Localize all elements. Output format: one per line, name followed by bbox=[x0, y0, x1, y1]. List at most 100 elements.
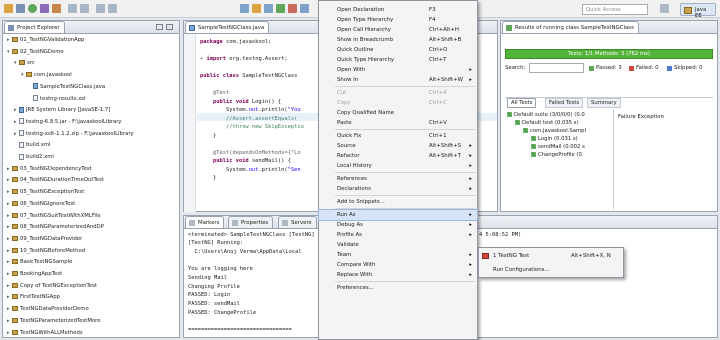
result-tree-item[interactable]: Default suite (3/0/0/0) (0.0 bbox=[507, 111, 585, 119]
result-tree-item[interactable]: Default test (0.035 s) bbox=[515, 119, 579, 127]
tree-item[interactable]: ▸ TestNGWithALLMethods bbox=[7, 329, 83, 337]
debug-icon[interactable] bbox=[40, 4, 49, 13]
menu-item-label: Show In bbox=[337, 77, 359, 83]
tab-markers[interactable]: Markers bbox=[185, 216, 225, 228]
code-token: @Test(dependsOnMethods={"Lo bbox=[200, 149, 301, 156]
open-type-icon[interactable] bbox=[80, 4, 89, 13]
menu-item[interactable]: Show In Alt+Shift+W ▸ bbox=[319, 75, 477, 85]
tree-item[interactable]: ▸ BookingAppTest bbox=[7, 270, 62, 278]
menu-item[interactable]: Run As ▸ bbox=[318, 209, 478, 221]
tree-item[interactable]: ▸ 03_TestNGDependencyTest bbox=[7, 165, 92, 173]
tree-item[interactable]: ▸ 04_TestNGDurationTimeOutTest bbox=[7, 176, 104, 184]
save-icon[interactable] bbox=[16, 4, 25, 13]
menu-item[interactable]: Open Call Hierarchy Ctrl+Alt+H bbox=[319, 25, 477, 35]
results-search-input[interactable] bbox=[529, 63, 584, 73]
result-tree-item[interactable]: com.javaskool.Sampl bbox=[523, 127, 586, 135]
minimize-icon[interactable] bbox=[156, 24, 163, 30]
maximize-icon[interactable] bbox=[166, 24, 173, 30]
tree-item[interactable]: SampleTestNGClass.java bbox=[28, 83, 105, 91]
tab-project-explorer[interactable]: Project Explorer bbox=[4, 21, 65, 33]
tab-servers[interactable]: Servers bbox=[278, 216, 317, 228]
tree-item[interactable]: ▸ testng-6.8.5.jar - F:\javaskoolLibrary bbox=[14, 118, 122, 126]
tree-item[interactable]: ▸ 05_TestNGExceptionTest bbox=[7, 188, 84, 196]
menu-item[interactable]: Validate bbox=[319, 240, 477, 250]
menu-item[interactable]: Copy Qualified Name bbox=[319, 108, 477, 118]
menu-item[interactable]: Open Declaration F3 bbox=[319, 5, 477, 15]
menu-item[interactable]: Cut Ctrl+X bbox=[319, 88, 477, 98]
tree-item[interactable]: ▸ testng-xslt-1.1.2.zip - F:\javaskoolLib… bbox=[14, 130, 134, 138]
menu-item[interactable]: Refactor Alt+Shift+T ▸ bbox=[319, 151, 477, 161]
menu-item[interactable]: Quick Type Hierarchy Ctrl+T bbox=[319, 55, 477, 65]
tab-all-tests[interactable]: All Tests bbox=[507, 98, 537, 108]
new-icon[interactable] bbox=[4, 4, 13, 13]
submenu-item[interactable]: 1 TestNG Test Alt+Shift+X, N bbox=[479, 250, 623, 262]
run-icon[interactable] bbox=[28, 4, 37, 13]
tool-icon[interactable] bbox=[276, 4, 285, 13]
result-tree-item[interactable]: sendMail (0.002 s bbox=[531, 143, 585, 151]
menu-item[interactable]: Open With ▸ bbox=[319, 65, 477, 75]
menu-item[interactable]: Paste Ctrl+V bbox=[319, 118, 477, 128]
code-token: System. bbox=[200, 166, 249, 173]
tree-item[interactable]: ▾ 02_TestNGDemo bbox=[7, 48, 64, 56]
project-icon bbox=[12, 329, 18, 335]
back-icon[interactable] bbox=[96, 4, 105, 13]
tree-item[interactable]: ▾ com.javaskool bbox=[21, 71, 72, 79]
menu-item[interactable]: Profile As ▸ bbox=[319, 230, 477, 240]
menu-item[interactable]: Compare With ▸ bbox=[319, 260, 477, 270]
tree-item[interactable]: ▸ 10_TestNGBeforeMethod bbox=[7, 247, 85, 255]
menu-item[interactable]: Add to Snippets... bbox=[319, 197, 477, 207]
submenu-item[interactable]: Run Configurations... bbox=[479, 264, 623, 276]
menu-item[interactable]: Replace With ▸ bbox=[319, 270, 477, 280]
tool-icon[interactable] bbox=[288, 4, 297, 13]
code-line: public void sendMail() { bbox=[200, 157, 291, 165]
tree-item[interactable]: ▸ TestNGParameterizedTestMore bbox=[7, 317, 101, 325]
menu-separator bbox=[335, 208, 475, 209]
test-passed-icon bbox=[507, 112, 512, 117]
menu-item[interactable]: Copy Ctrl+C bbox=[319, 98, 477, 108]
search-icon[interactable] bbox=[68, 4, 77, 13]
quick-access-input[interactable]: Quick Access bbox=[582, 4, 648, 15]
tool-icon[interactable] bbox=[300, 4, 309, 13]
menu-item[interactable]: Local History ▸ bbox=[319, 161, 477, 171]
menu-item[interactable]: Quick Outline Ctrl+O bbox=[319, 45, 477, 55]
tool-icon[interactable] bbox=[252, 4, 261, 13]
external-tools-icon[interactable] bbox=[52, 4, 61, 13]
forward-icon[interactable] bbox=[108, 4, 117, 13]
tree-item[interactable]: ▸ FirstTestNGApp bbox=[7, 293, 60, 301]
tab-testng-results[interactable]: Results of running class SampleTestNGCla… bbox=[502, 21, 639, 33]
menu-item[interactable]: Source Alt+Shift+S ▸ bbox=[319, 141, 477, 151]
tree-item[interactable]: ▸ JRE System Library [JavaSE-1.7] bbox=[14, 106, 110, 114]
tab-properties[interactable]: Properties bbox=[228, 216, 274, 228]
tab-failed-tests[interactable]: Failed Tests bbox=[545, 98, 584, 108]
tool-icon[interactable] bbox=[264, 4, 273, 13]
tree-item[interactable]: ▸ 06_TestNGIgnoreTest bbox=[7, 200, 75, 208]
tree-item[interactable]: ▸ Copy of TestNGExceptionTest bbox=[7, 282, 97, 290]
tree-item[interactable]: ▸ TestNGDataProviderDemo bbox=[7, 305, 89, 313]
tree-item[interactable]: ▸ 09_TestNGDataProvider bbox=[7, 235, 82, 243]
menu-item[interactable]: Debug As ▸ bbox=[319, 220, 477, 230]
menu-item[interactable]: Declarations ▸ bbox=[319, 184, 477, 194]
result-tree-item[interactable]: ChangeProfile (0. bbox=[531, 151, 584, 159]
menu-item[interactable]: Preferences... bbox=[319, 283, 477, 293]
tree-item[interactable]: testng-results.xsl bbox=[28, 95, 86, 103]
menu-item[interactable]: Team ▸ bbox=[319, 250, 477, 260]
menu-item[interactable]: References ▸ bbox=[319, 174, 477, 184]
tree-item[interactable]: ▾ src bbox=[14, 59, 35, 67]
menu-item[interactable]: Open Type Hierarchy F4 bbox=[319, 15, 477, 25]
menu-shortcut: Ctrl+X bbox=[429, 90, 447, 96]
perspective-java-ee[interactable]: Java EE bbox=[680, 3, 716, 19]
menu-item[interactable]: Show in Breadcrumb Alt+Shift+B bbox=[319, 35, 477, 45]
result-tree-item[interactable]: Login (0.031 s) bbox=[531, 135, 578, 143]
menu-item[interactable]: Quick Fix Ctrl+1 bbox=[319, 131, 477, 141]
tab-sampletestngclass[interactable]: SampleTestNGClass.java bbox=[185, 21, 270, 33]
tree-item[interactable]: ▸ 01_TestNGValidationApp bbox=[7, 36, 84, 44]
tree-item[interactable]: build2.xml bbox=[14, 153, 54, 161]
tree-item[interactable]: build.xml bbox=[14, 141, 50, 149]
tool-icon[interactable] bbox=[240, 4, 249, 13]
tree-item[interactable]: ▸ 07_TestNGSuitTestWithXMLFile bbox=[7, 212, 101, 220]
tree-item[interactable]: ▸ BasicTestNGSample bbox=[7, 258, 72, 266]
open-perspective-icon[interactable] bbox=[660, 4, 669, 13]
tab-summary[interactable]: Summary bbox=[587, 98, 621, 108]
menu-shortcut: Ctrl+T bbox=[429, 57, 447, 63]
tree-item[interactable]: ▸ 08_TestNGParameterizedAndDP bbox=[7, 223, 104, 231]
